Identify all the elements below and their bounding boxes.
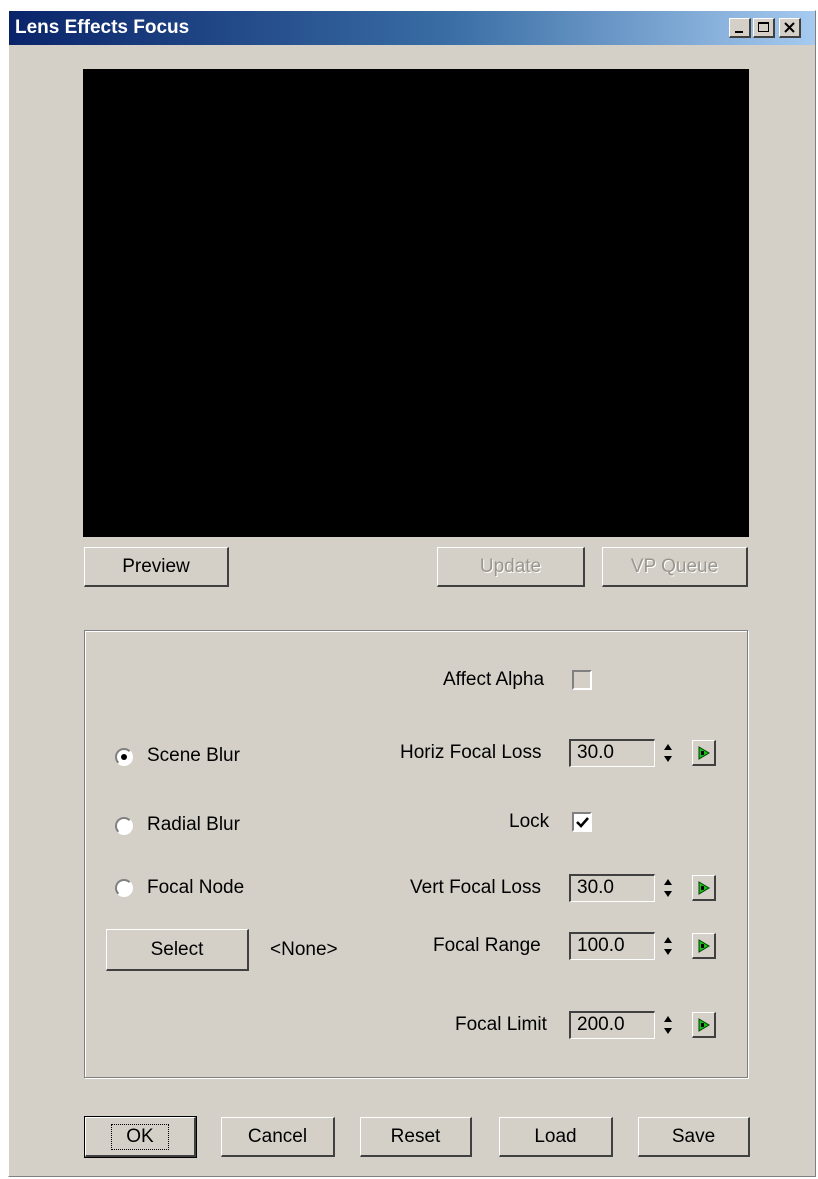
spinner-arrows-icon	[664, 1016, 672, 1034]
horiz-focal-loss-key-button[interactable]	[692, 740, 716, 766]
maximize-button[interactable]	[753, 18, 775, 38]
radial-blur-radio[interactable]	[115, 817, 133, 835]
vp-queue-button-label: VP Queue	[630, 555, 719, 577]
scene-blur-label: Scene Blur	[147, 745, 240, 766]
affect-alpha-checkbox[interactable]	[572, 670, 592, 690]
vp-queue-button[interactable]: VP Queue	[602, 547, 748, 587]
focal-range-input[interactable]: 100.0	[569, 932, 655, 960]
select-node-button[interactable]: Select	[106, 929, 249, 971]
lens-effects-focus-window: Lens Effects Focus Preview Update VP Que…	[8, 10, 816, 1177]
focal-limit-input[interactable]: 200.0	[569, 1011, 655, 1039]
focal-limit-key-button[interactable]	[692, 1012, 716, 1038]
vert-focal-loss-input[interactable]: 30.0	[569, 874, 655, 902]
affect-alpha-label: Affect Alpha	[443, 669, 545, 690]
close-icon	[784, 22, 795, 33]
vert-focal-loss-spinner[interactable]	[661, 875, 675, 903]
vert-focal-loss-key-button[interactable]	[692, 875, 716, 901]
cancel-button-label: Cancel	[247, 1125, 308, 1147]
maximize-icon	[758, 22, 769, 32]
radio-selected-dot	[121, 754, 127, 760]
select-button-label: Select	[150, 938, 204, 960]
spinner-arrows-icon	[664, 879, 672, 897]
load-button-label: Load	[534, 1125, 577, 1147]
focal-node-label: Focal Node	[147, 877, 245, 898]
close-button[interactable]	[779, 18, 801, 38]
lock-label: Lock	[509, 811, 550, 832]
spinner-arrows-icon	[664, 744, 672, 762]
lock-checkbox[interactable]	[572, 812, 592, 832]
spinner-arrows-icon	[664, 937, 672, 955]
horiz-focal-loss-spinner[interactable]	[661, 740, 675, 768]
ok-button-label: OK	[111, 1123, 169, 1150]
load-button[interactable]: Load	[499, 1117, 613, 1157]
checkmark-icon	[576, 817, 589, 828]
animation-key-icon	[698, 881, 710, 895]
save-button[interactable]: Save	[638, 1117, 750, 1157]
preview-button-label: Preview	[122, 555, 190, 577]
update-button-label: Update	[479, 555, 542, 577]
preview-viewport	[83, 69, 749, 537]
animation-key-icon	[698, 939, 710, 953]
radial-blur-label: Radial Blur	[147, 814, 240, 835]
focal-limit-label: Focal Limit	[455, 1014, 547, 1035]
animation-key-icon	[698, 746, 710, 760]
reset-button-label: Reset	[390, 1125, 441, 1147]
save-button-label: Save	[671, 1125, 716, 1147]
update-button[interactable]: Update	[437, 547, 585, 587]
focal-range-label: Focal Range	[433, 935, 541, 956]
scene-blur-radio[interactable]	[115, 748, 133, 766]
preview-button[interactable]: Preview	[84, 547, 229, 587]
focal-range-key-button[interactable]	[692, 933, 716, 959]
animation-key-icon	[698, 1018, 710, 1032]
horiz-focal-loss-input[interactable]: 30.0	[569, 739, 655, 767]
cancel-button[interactable]: Cancel	[221, 1117, 335, 1157]
ok-button[interactable]: OK	[84, 1116, 197, 1158]
focal-range-spinner[interactable]	[661, 933, 675, 961]
focal-limit-spinner[interactable]	[661, 1012, 675, 1040]
window-title: Lens Effects Focus	[15, 17, 190, 38]
title-bar[interactable]: Lens Effects Focus	[9, 11, 815, 45]
minimize-icon	[735, 31, 743, 33]
reset-button[interactable]: Reset	[360, 1117, 472, 1157]
minimize-button[interactable]	[729, 18, 751, 38]
vert-focal-loss-label: Vert Focal Loss	[410, 877, 541, 898]
horiz-focal-loss-label: Horiz Focal Loss	[400, 742, 542, 763]
focal-node-radio[interactable]	[115, 879, 133, 897]
focal-node-value: <None>	[270, 939, 338, 960]
